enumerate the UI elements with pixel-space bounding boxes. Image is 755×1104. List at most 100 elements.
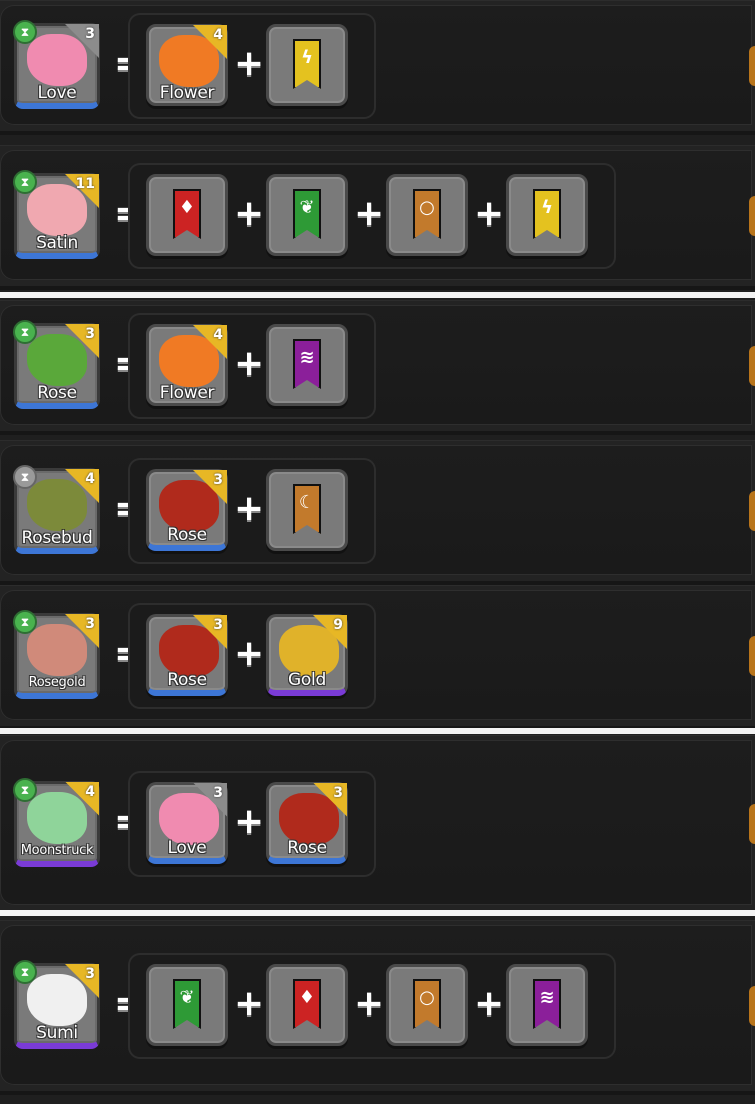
ingredient-creature-rose[interactable]: 3 Rose	[266, 781, 348, 864]
ingredient-creature-rose[interactable]: 3 Rose	[146, 614, 228, 696]
row-panel	[0, 590, 752, 720]
plus-sign: +	[234, 343, 265, 384]
level-number: 3	[213, 617, 223, 633]
creature-art	[279, 792, 339, 845]
ingredient-creature-flower[interactable]: 4 Flower	[146, 324, 228, 406]
creature-art	[27, 791, 87, 844]
creature-art	[159, 335, 219, 387]
combination-row[interactable]: 3⧗Love=4Flower+ϟ	[0, 0, 755, 135]
ingredient-creature-gold[interactable]: 9 Gold	[266, 614, 348, 696]
creature-name: Flower	[159, 83, 215, 103]
earth-icon: ○	[419, 987, 435, 1008]
combination-row[interactable]: 3⧗Rose=4Flower+≋	[0, 300, 755, 435]
creature-name: Rosebud	[21, 528, 93, 548]
hourglass-icon: ⧗	[13, 960, 37, 984]
hourglass-icon: ⧗	[13, 777, 37, 802]
plant-icon: ❦	[179, 987, 195, 1008]
level-number: 3	[213, 472, 223, 488]
level-number: 4	[85, 471, 95, 487]
creature-art	[159, 35, 219, 87]
creature-art	[27, 974, 87, 1026]
ingredient-creature-love[interactable]: 3 Love	[146, 781, 228, 864]
level-number: 3	[85, 966, 95, 982]
result-creature-moonstruck[interactable]: 4 ⧗ Moonstruck	[13, 777, 100, 867]
hourglass-icon: ⧗	[13, 465, 37, 489]
element-banner-earth[interactable]: ☾	[266, 469, 348, 551]
lightning-icon: ϟ	[301, 47, 313, 68]
row-end-tab[interactable]	[749, 346, 755, 386]
element-banner-earth[interactable]: ○	[386, 964, 468, 1046]
result-creature-rosegold[interactable]: 3 ⧗ Rosegold	[13, 610, 100, 699]
creature-art	[159, 792, 219, 845]
level-number: 4	[213, 327, 223, 343]
plus-sign: +	[234, 633, 265, 674]
row-end-tab[interactable]	[749, 636, 755, 676]
plant-icon: ❦	[299, 197, 315, 218]
creature-name: Rose	[167, 670, 207, 690]
combination-row[interactable]: 3⧗Rosegold=3Rose+9Gold	[0, 585, 755, 730]
lightning-icon: ϟ	[541, 197, 553, 218]
element-banner-lightning[interactable]: ϟ	[266, 24, 348, 106]
creature-name: Satin	[36, 233, 78, 253]
earth-icon: ○	[419, 197, 435, 218]
result-creature-rose[interactable]: 3 ⧗ Rose	[13, 320, 100, 409]
combination-row[interactable]: 11⧗Satin=♦+❦+○+ϟ	[0, 145, 755, 290]
element-banner-water[interactable]: ≋	[506, 964, 588, 1046]
plus-sign: +	[234, 800, 265, 842]
combination-row[interactable]: 4⧗Rosebud=3Rose+☾	[0, 440, 755, 585]
section-separator	[0, 292, 755, 298]
creature-art	[27, 479, 87, 531]
level-number: 3	[213, 784, 223, 801]
creature-art	[27, 334, 87, 386]
level-number: 3	[85, 326, 95, 342]
row-panel	[0, 5, 752, 125]
element-banner-plant[interactable]: ❦	[266, 174, 348, 256]
row-end-tab[interactable]	[749, 986, 755, 1026]
plus-sign: +	[234, 193, 265, 234]
level-number: 9	[333, 617, 343, 633]
ingredient-creature-flower[interactable]: 4 Flower	[146, 24, 228, 106]
row-panel	[0, 305, 752, 425]
row-panel	[0, 740, 752, 905]
level-number: 3	[85, 26, 95, 42]
result-creature-satin[interactable]: 11 ⧗ Satin	[13, 170, 100, 259]
ingredient-creature-rose[interactable]: 3 Rose	[146, 469, 228, 551]
water-icon: ≋	[299, 347, 315, 368]
section-separator	[0, 728, 755, 734]
element-banner-water[interactable]: ≋	[266, 324, 348, 406]
element-banner-plant[interactable]: ❦	[146, 964, 228, 1046]
creature-name: Moonstruck	[20, 842, 94, 858]
level-number: 3	[333, 784, 343, 801]
creature-name: Love	[37, 83, 77, 103]
row-panel	[0, 445, 752, 575]
level-number: 11	[75, 176, 95, 192]
fire-icon: ♦	[298, 987, 316, 1008]
section-separator	[0, 910, 755, 916]
element-banner-earth[interactable]: ○	[386, 174, 468, 256]
element-banner-lightning[interactable]: ϟ	[506, 174, 588, 256]
earth-icon: ☾	[298, 492, 316, 513]
creature-name: Rosegold	[28, 675, 86, 690]
hourglass-icon: ⧗	[13, 170, 37, 194]
result-creature-sumi[interactable]: 3 ⧗ Sumi	[13, 960, 100, 1049]
plus-sign: +	[354, 193, 385, 234]
level-number: 4	[213, 27, 223, 43]
plus-sign: +	[474, 983, 505, 1024]
row-end-tab[interactable]	[749, 491, 755, 531]
creature-name: Flower	[159, 383, 215, 403]
hourglass-icon: ⧗	[13, 320, 37, 344]
result-creature-love[interactable]: 3 ⧗ Love	[13, 20, 100, 109]
combination-row[interactable]: 4⧗Moonstruck=3Love+3Rose	[0, 735, 755, 915]
element-banner-fire[interactable]: ♦	[146, 174, 228, 256]
creature-name: Rose	[37, 383, 77, 403]
element-banner-fire[interactable]: ♦	[266, 964, 348, 1046]
plus-sign: +	[474, 193, 505, 234]
result-creature-rosebud[interactable]: 4 ⧗ Rosebud	[13, 465, 100, 554]
creature-name: Sumi	[36, 1023, 78, 1043]
hourglass-icon: ⧗	[13, 20, 37, 44]
plus-sign: +	[234, 983, 265, 1024]
row-end-tab[interactable]	[749, 46, 755, 86]
row-end-tab[interactable]	[749, 196, 755, 236]
combination-row[interactable]: 3⧗Sumi=❦+♦+○+≋	[0, 920, 755, 1095]
row-end-tab[interactable]	[749, 803, 755, 844]
